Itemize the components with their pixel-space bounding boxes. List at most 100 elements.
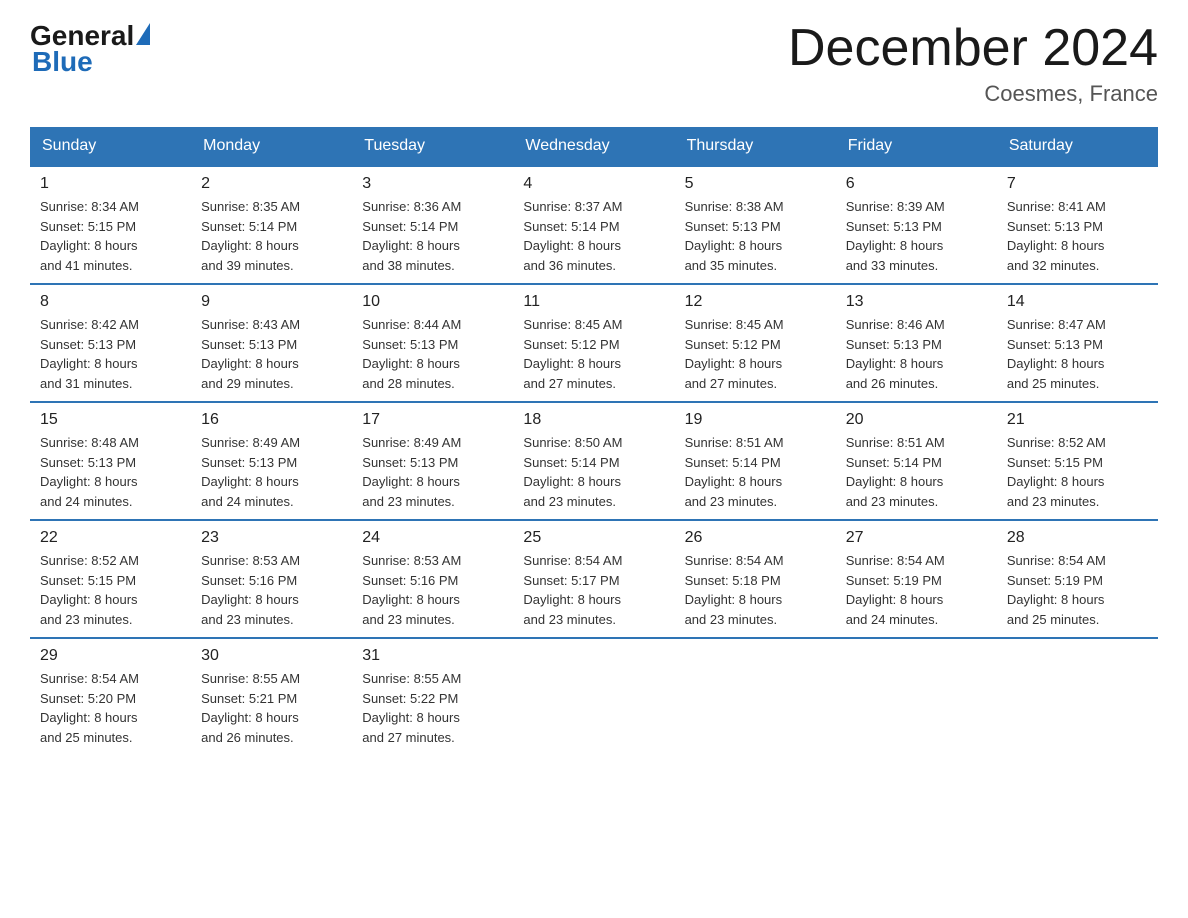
day-number: 30: [201, 647, 342, 665]
calendar-cell: 8Sunrise: 8:42 AM Sunset: 5:13 PM Daylig…: [30, 284, 191, 402]
calendar-cell: 25 Sunrise: 8:54 AM Sunset: 5:17 PM Dayli…: [513, 520, 674, 638]
day-number: 2: [201, 175, 342, 193]
day-info: Sunrise: 8:54 AM Sunset: 5:20 PM Dayligh…: [40, 669, 181, 747]
day-number: 16: [201, 411, 342, 429]
calendar-cell: 15 Sunrise: 8:48 AM Sunset: 5:13 PM Dayli…: [30, 402, 191, 520]
day-number: 23: [201, 529, 342, 547]
title-section: December 2024 Coesmes, France: [788, 20, 1158, 107]
calendar-cell: 23 Sunrise: 8:53 AM Sunset: 5:16 PM Dayli…: [191, 520, 352, 638]
day-info: Sunrise: 8:49 AM Sunset: 5:13 PM Dayligh…: [362, 433, 503, 511]
logo-arrow-icon: [136, 23, 150, 45]
calendar-cell: 5Sunrise: 8:38 AM Sunset: 5:13 PM Daylig…: [675, 166, 836, 284]
day-number: 14: [1007, 293, 1148, 311]
calendar-cell: [836, 638, 997, 768]
day-info: Sunrise: 8:53 AM Sunset: 5:16 PM Dayligh…: [201, 551, 342, 629]
day-info: Sunrise: 8:35 AM Sunset: 5:14 PM Dayligh…: [201, 197, 342, 275]
column-header-monday: Monday: [191, 127, 352, 166]
calendar-cell: [675, 638, 836, 768]
calendar-cell: 16 Sunrise: 8:49 AM Sunset: 5:13 PM Dayli…: [191, 402, 352, 520]
day-info: Sunrise: 8:42 AM Sunset: 5:13 PM Dayligh…: [40, 315, 181, 393]
day-info: Sunrise: 8:49 AM Sunset: 5:13 PM Dayligh…: [201, 433, 342, 511]
calendar-cell: 19Sunrise: 8:51 AM Sunset: 5:14 PM Dayli…: [675, 402, 836, 520]
column-header-wednesday: Wednesday: [513, 127, 674, 166]
column-header-sunday: Sunday: [30, 127, 191, 166]
day-info: Sunrise: 8:54 AM Sunset: 5:17 PM Dayligh…: [523, 551, 664, 629]
day-number: 21: [1007, 411, 1148, 429]
column-header-saturday: Saturday: [997, 127, 1158, 166]
calendar-cell: 22 Sunrise: 8:52 AM Sunset: 5:15 PM Dayli…: [30, 520, 191, 638]
day-number: 3: [362, 175, 503, 193]
calendar-cell: 4 Sunrise: 8:37 AM Sunset: 5:14 PM Daylig…: [513, 166, 674, 284]
day-number: 17: [362, 411, 503, 429]
calendar-cell: 27 Sunrise: 8:54 AM Sunset: 5:19 PM Dayli…: [836, 520, 997, 638]
day-info: Sunrise: 8:37 AM Sunset: 5:14 PM Dayligh…: [523, 197, 664, 275]
day-info: Sunrise: 8:36 AM Sunset: 5:14 PM Dayligh…: [362, 197, 503, 275]
calendar-cell: 14Sunrise: 8:47 AM Sunset: 5:13 PM Dayli…: [997, 284, 1158, 402]
calendar-cell: 30 Sunrise: 8:55 AM Sunset: 5:21 PM Dayli…: [191, 638, 352, 768]
day-number: 19: [685, 411, 826, 429]
calendar-week-row: 15 Sunrise: 8:48 AM Sunset: 5:13 PM Dayli…: [30, 402, 1158, 520]
calendar-week-row: 22 Sunrise: 8:52 AM Sunset: 5:15 PM Dayli…: [30, 520, 1158, 638]
calendar-cell: 3 Sunrise: 8:36 AM Sunset: 5:14 PM Daylig…: [352, 166, 513, 284]
day-number: 26: [685, 529, 826, 547]
day-info: Sunrise: 8:34 AM Sunset: 5:15 PM Dayligh…: [40, 197, 181, 275]
day-info: Sunrise: 8:51 AM Sunset: 5:14 PM Dayligh…: [846, 433, 987, 511]
day-number: 25: [523, 529, 664, 547]
day-info: Sunrise: 8:48 AM Sunset: 5:13 PM Dayligh…: [40, 433, 181, 511]
day-info: Sunrise: 8:52 AM Sunset: 5:15 PM Dayligh…: [40, 551, 181, 629]
logo-blue-container: [134, 28, 150, 45]
day-number: 10: [362, 293, 503, 311]
day-number: 29: [40, 647, 181, 665]
day-info: Sunrise: 8:54 AM Sunset: 5:18 PM Dayligh…: [685, 551, 826, 629]
calendar-cell: [997, 638, 1158, 768]
calendar-cell: 12Sunrise: 8:45 AM Sunset: 5:12 PM Dayli…: [675, 284, 836, 402]
day-info: Sunrise: 8:55 AM Sunset: 5:22 PM Dayligh…: [362, 669, 503, 747]
calendar-cell: 31 Sunrise: 8:55 AM Sunset: 5:22 PM Dayli…: [352, 638, 513, 768]
calendar-week-row: 1 Sunrise: 8:34 AM Sunset: 5:15 PM Daylig…: [30, 166, 1158, 284]
calendar-cell: 28Sunrise: 8:54 AM Sunset: 5:19 PM Dayli…: [997, 520, 1158, 638]
day-number: 1: [40, 175, 181, 193]
day-info: Sunrise: 8:44 AM Sunset: 5:13 PM Dayligh…: [362, 315, 503, 393]
day-number: 11: [523, 293, 664, 311]
day-info: Sunrise: 8:43 AM Sunset: 5:13 PM Dayligh…: [201, 315, 342, 393]
day-number: 4: [523, 175, 664, 193]
calendar-cell: 11 Sunrise: 8:45 AM Sunset: 5:12 PM Dayli…: [513, 284, 674, 402]
calendar-cell: 21Sunrise: 8:52 AM Sunset: 5:15 PM Dayli…: [997, 402, 1158, 520]
day-info: Sunrise: 8:45 AM Sunset: 5:12 PM Dayligh…: [523, 315, 664, 393]
day-info: Sunrise: 8:53 AM Sunset: 5:16 PM Dayligh…: [362, 551, 503, 629]
day-number: 9: [201, 293, 342, 311]
calendar-cell: 18Sunrise: 8:50 AM Sunset: 5:14 PM Dayli…: [513, 402, 674, 520]
column-header-friday: Friday: [836, 127, 997, 166]
day-info: Sunrise: 8:54 AM Sunset: 5:19 PM Dayligh…: [846, 551, 987, 629]
column-header-thursday: Thursday: [675, 127, 836, 166]
calendar-table: SundayMondayTuesdayWednesdayThursdayFrid…: [30, 127, 1158, 768]
day-number: 7: [1007, 175, 1148, 193]
day-number: 6: [846, 175, 987, 193]
day-info: Sunrise: 8:45 AM Sunset: 5:12 PM Dayligh…: [685, 315, 826, 393]
day-number: 28: [1007, 529, 1148, 547]
day-number: 24: [362, 529, 503, 547]
calendar-cell: 10 Sunrise: 8:44 AM Sunset: 5:13 PM Dayli…: [352, 284, 513, 402]
day-info: Sunrise: 8:55 AM Sunset: 5:21 PM Dayligh…: [201, 669, 342, 747]
calendar-cell: 13Sunrise: 8:46 AM Sunset: 5:13 PM Dayli…: [836, 284, 997, 402]
calendar-cell: 9 Sunrise: 8:43 AM Sunset: 5:13 PM Daylig…: [191, 284, 352, 402]
calendar-week-row: 29 Sunrise: 8:54 AM Sunset: 5:20 PM Dayli…: [30, 638, 1158, 768]
calendar-title: December 2024: [788, 20, 1158, 77]
calendar-cell: 24 Sunrise: 8:53 AM Sunset: 5:16 PM Dayli…: [352, 520, 513, 638]
calendar-cell: 20Sunrise: 8:51 AM Sunset: 5:14 PM Dayli…: [836, 402, 997, 520]
day-number: 5: [685, 175, 826, 193]
column-header-tuesday: Tuesday: [352, 127, 513, 166]
page-header: General Blue December 2024 Coesmes, Fran…: [30, 20, 1158, 107]
calendar-cell: 7Sunrise: 8:41 AM Sunset: 5:13 PM Daylig…: [997, 166, 1158, 284]
logo-blue-text: Blue: [32, 46, 93, 78]
day-number: 27: [846, 529, 987, 547]
day-number: 22: [40, 529, 181, 547]
calendar-cell: 26 Sunrise: 8:54 AM Sunset: 5:18 PM Dayli…: [675, 520, 836, 638]
day-number: 31: [362, 647, 503, 665]
day-info: Sunrise: 8:50 AM Sunset: 5:14 PM Dayligh…: [523, 433, 664, 511]
calendar-cell: 2 Sunrise: 8:35 AM Sunset: 5:14 PM Daylig…: [191, 166, 352, 284]
logo: General Blue: [30, 20, 150, 78]
calendar-week-row: 8Sunrise: 8:42 AM Sunset: 5:13 PM Daylig…: [30, 284, 1158, 402]
day-number: 15: [40, 411, 181, 429]
calendar-cell: [513, 638, 674, 768]
